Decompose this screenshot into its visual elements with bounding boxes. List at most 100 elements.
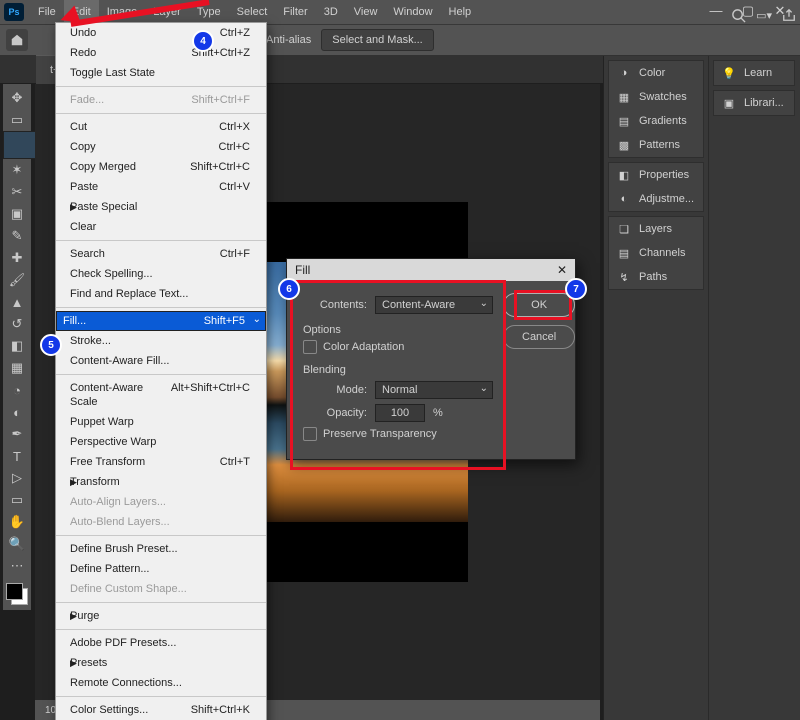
eraser-tool[interactable]: ◧ [3,335,31,357]
stamp-tool[interactable]: ▲ [3,291,31,313]
panel-color[interactable]: ◑Color [609,61,703,85]
menu-item-perspective-warp[interactable]: Perspective Warp [56,432,266,452]
gradient-tool[interactable]: ▦ [3,357,31,379]
panel-gradients[interactable]: ▤Gradients [609,109,703,133]
ok-button[interactable]: OK [503,293,575,317]
libraries-icon: ▣ [722,96,736,110]
workspace-icon[interactable]: ▭▾ [756,9,772,22]
menu-item-remote-connections-[interactable]: Remote Connections... [56,673,266,693]
mode-select[interactable]: Normal [375,381,493,399]
antialias-label: Anti-alias [266,34,311,46]
frame-tool[interactable]: ▣ [3,203,31,225]
panels-column: ◑Color ▦Swatches ▤Gradients ▩Patterns ◧P… [603,56,800,720]
menu-window[interactable]: Window [385,0,440,24]
cancel-button[interactable]: Cancel [503,325,575,349]
menu-item-toggle-last-state[interactable]: Toggle Last State [56,63,266,83]
menu-item-define-pattern-[interactable]: Define Pattern... [56,559,266,579]
menu-item-purge[interactable]: Purge▶ [56,606,266,626]
menu-item-puppet-warp[interactable]: Puppet Warp [56,412,266,432]
opacity-input[interactable]: 100 [375,404,425,422]
menu-item-copy-merged[interactable]: Copy MergedShift+Ctrl+C [56,157,266,177]
menu-item-adobe-pdf-presets-[interactable]: Adobe PDF Presets... [56,633,266,653]
learn-icon: 💡 [722,66,736,80]
preserve-transparency-checkbox[interactable]: Preserve Transparency [303,427,493,441]
panel-patterns[interactable]: ▩Patterns [609,133,703,157]
pen-tool[interactable]: ✒ [3,423,31,445]
select-and-mask-button[interactable]: Select and Mask... [321,29,434,51]
panel-paths[interactable]: ↯Paths [609,265,703,289]
color-swatch[interactable] [6,583,28,605]
menu-item-content-aware-fill-[interactable]: Content-Aware Fill... [56,351,266,371]
menu-item-paste-special[interactable]: Paste Special▶ [56,197,266,217]
contents-select[interactable]: Content-Aware [375,296,493,314]
crop-tool[interactable]: ✂ [3,181,31,203]
channels-icon: ▤ [617,246,631,260]
eyedropper-tool[interactable]: ✎ [3,225,31,247]
menu-item-free-transform[interactable]: Free TransformCtrl+T [56,452,266,472]
hand-tool[interactable]: ✋ [3,511,31,533]
more-tools[interactable]: ⋯ [3,555,31,577]
menu-item-color-settings-[interactable]: Color Settings...Shift+Ctrl+K [56,700,266,720]
move-tool[interactable]: ✥ [3,87,31,109]
menu-item-content-aware-scale[interactable]: Content-Aware ScaleAlt+Shift+Ctrl+C [56,378,266,412]
shape-tool[interactable]: ▭ [3,489,31,511]
patterns-icon: ▩ [617,138,631,152]
menu-filter[interactable]: Filter [275,0,315,24]
marquee-tool[interactable]: ▭ [3,109,31,131]
wand-tool[interactable]: ✶ [3,159,31,181]
menu-item-auto-blend-layers-: Auto-Blend Layers... [56,512,266,532]
step-badge-5: 5 [40,334,62,356]
menu-item-clear[interactable]: Clear [56,217,266,237]
menu-item-define-brush-preset-[interactable]: Define Brush Preset... [56,539,266,559]
menu-select[interactable]: Select [229,0,276,24]
panel-swatches[interactable]: ▦Swatches [609,85,703,109]
menu-item-define-custom-shape-: Define Custom Shape... [56,579,266,599]
menu-item-redo[interactable]: RedoShift+Ctrl+Z [56,43,266,63]
search-icon[interactable] [731,8,746,23]
home-icon[interactable] [6,29,28,51]
panel-learn[interactable]: 💡Learn [714,61,794,85]
menu-item-check-spelling-[interactable]: Check Spelling... [56,264,266,284]
panel-libraries[interactable]: ▣Librari... [714,91,794,115]
menu-item-undo[interactable]: UndoCtrl+Z [56,23,266,43]
gradients-icon: ▤ [617,114,631,128]
layers-icon: ❏ [617,222,631,236]
panel-layers[interactable]: ❏Layers [609,217,703,241]
panel-properties[interactable]: ◧Properties [609,163,703,187]
path-tool[interactable]: ▷ [3,467,31,489]
blending-label: Blending [303,364,493,376]
menu-3d[interactable]: 3D [316,0,346,24]
adjustments-icon: ◐ [617,192,631,206]
panel-channels[interactable]: ▤Channels [609,241,703,265]
heal-tool[interactable]: ✚ [3,247,31,269]
menu-help[interactable]: Help [441,0,480,24]
menu-item-fill-[interactable]: Fill...Shift+F5 [56,311,266,331]
menu-item-auto-align-layers-: Auto-Align Layers... [56,492,266,512]
step-badge-7: 7 [565,278,587,300]
menu-item-find-and-replace-text-[interactable]: Find and Replace Text... [56,284,266,304]
menu-item-fade-: Fade...Shift+Ctrl+F [56,90,266,110]
dodge-tool[interactable]: ◐ [3,401,31,423]
color-adaptation-checkbox[interactable]: Color Adaptation [303,340,493,354]
menu-item-copy[interactable]: CopyCtrl+C [56,137,266,157]
menu-item-search[interactable]: SearchCtrl+F [56,244,266,264]
share-icon[interactable] [782,8,796,22]
history-brush-tool[interactable]: ↺ [3,313,31,335]
menu-item-stroke-[interactable]: Stroke... [56,331,266,351]
menu-item-paste[interactable]: PasteCtrl+V [56,177,266,197]
zoom-tool[interactable]: 🔍 [3,533,31,555]
blur-tool[interactable]: ◔ [3,379,31,401]
menu-item-presets[interactable]: Presets▶ [56,653,266,673]
tool-panel: ✥ ▭ ◯ ✶ ✂ ▣ ✎ ✚ 🖌 ▲ ↺ ◧ ▦ ◔ ◐ ✒ T ▷ ▭ ✋ … [3,84,31,610]
brush-tool[interactable]: 🖌 [3,269,31,291]
menu-item-transform[interactable]: Transform▶ [56,472,266,492]
type-tool[interactable]: T [3,445,31,467]
window-minimize[interactable]: — [700,0,732,24]
paths-icon: ↯ [617,270,631,284]
panel-adjustments[interactable]: ◐Adjustme... [609,187,703,211]
menu-item-cut[interactable]: CutCtrl+X [56,117,266,137]
close-icon[interactable]: ✕ [557,263,567,277]
app-icon: Ps [4,3,24,21]
edit-menu-dropdown: UndoCtrl+ZRedoShift+Ctrl+ZToggle Last St… [55,22,267,720]
menu-view[interactable]: View [346,0,386,24]
